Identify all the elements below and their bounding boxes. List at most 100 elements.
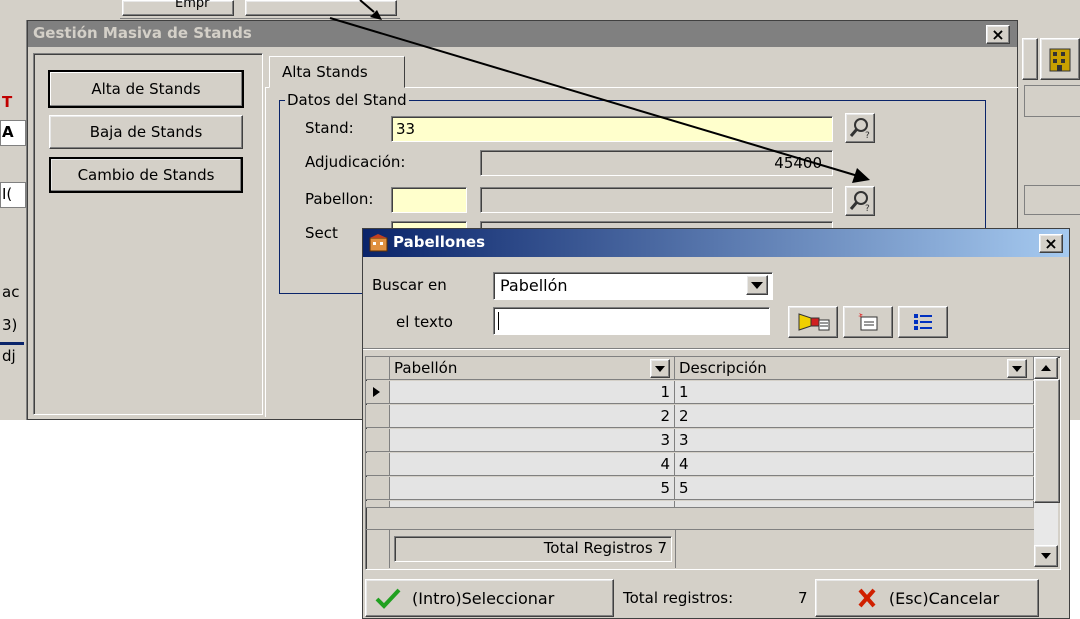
list-icon xyxy=(914,314,932,330)
magnifier-icon: ? xyxy=(849,191,870,213)
background-char-6: dj xyxy=(2,347,16,365)
main-window-title: Gestión Masiva de Stands xyxy=(33,24,252,42)
background-char-1: T xyxy=(2,93,13,111)
cancelar-label: (Esc)Cancelar xyxy=(888,588,1000,608)
background-char-5: 3) xyxy=(2,316,18,334)
pabellon-search-button[interactable]: ? xyxy=(845,186,875,216)
columns-button[interactable] xyxy=(898,306,948,338)
chevron-down-icon xyxy=(1041,553,1051,559)
building-icon-button[interactable] xyxy=(1040,38,1080,80)
magnifier-icon: ? xyxy=(849,118,870,140)
pabellones-app-icon xyxy=(369,234,388,252)
chevron-down-icon xyxy=(1012,365,1022,372)
main-window-close-button[interactable]: × xyxy=(986,25,1010,44)
stand-label: Stand: xyxy=(305,119,354,137)
cambio-de-stands-button[interactable]: Cambio de Stands xyxy=(49,157,243,193)
seleccionar-button[interactable]: (Intro)Seleccionar xyxy=(365,579,614,617)
cell-descripcion[interactable]: 3 xyxy=(675,429,1034,452)
grid-header-pabellon-label: Pabellón xyxy=(394,359,458,377)
pabellones-title: Pabellones xyxy=(393,233,485,251)
cell-descripcion[interactable]: 5 xyxy=(675,477,1034,500)
el-texto-input[interactable] xyxy=(493,307,770,335)
stand-search-button[interactable]: ? xyxy=(845,113,875,143)
scroll-down-button[interactable] xyxy=(1034,545,1058,567)
cell-pabellon xyxy=(390,501,675,508)
buscar-en-value: Pabellón xyxy=(500,276,568,295)
cell-pabellon[interactable]: 1 xyxy=(390,381,675,404)
grid-header-descripcion-dropdown[interactable] xyxy=(1007,359,1027,378)
table-row[interactable]: 3 3 xyxy=(366,429,1034,453)
grid-header-pabellon[interactable]: Pabellón xyxy=(390,357,675,380)
buscar-en-label: Buscar en xyxy=(372,276,447,294)
pabellones-titlebar: Pabellones × xyxy=(363,229,1069,257)
adjudicacion-field: 45400 xyxy=(480,150,833,176)
cell-pabellon[interactable]: 3 xyxy=(390,429,675,452)
el-texto-label: el texto xyxy=(396,313,453,331)
scroll-up-button[interactable] xyxy=(1034,357,1058,379)
buscar-en-dropdown-button[interactable] xyxy=(746,275,768,295)
filter-button[interactable] xyxy=(788,306,838,338)
grid-footer: Total Registros 7 xyxy=(366,529,1034,568)
table-row[interactable]: 1 1 xyxy=(366,381,1034,405)
close-icon: × xyxy=(991,24,1005,44)
tab-alta-stands-label: Alta Stands xyxy=(282,63,368,81)
table-row[interactable]: 4 4 xyxy=(366,453,1034,477)
search-separator xyxy=(363,348,1069,350)
row-indicator xyxy=(366,477,390,500)
scroll-thumb[interactable] xyxy=(1034,379,1060,503)
sector-label: Sect xyxy=(305,224,338,242)
new-record-icon xyxy=(858,313,878,331)
background-combo-label: Empr xyxy=(175,0,210,11)
cell-descripcion[interactable]: 4 xyxy=(675,453,1034,476)
grid-footer-indicator xyxy=(366,530,390,568)
cell-descripcion[interactable]: 1 xyxy=(675,381,1034,404)
chevron-down-icon xyxy=(655,365,665,372)
row-indicator xyxy=(366,453,390,476)
grid-header-descripcion[interactable]: Descripción xyxy=(675,357,1034,380)
grid-footer-separator xyxy=(675,530,676,568)
row-indicator xyxy=(366,405,390,428)
flashlight-icon xyxy=(798,313,830,331)
cell-pabellon[interactable]: 4 xyxy=(390,453,675,476)
chevron-down-icon xyxy=(751,281,763,289)
current-row-arrow-icon xyxy=(373,387,380,397)
cell-pabellon[interactable]: 5 xyxy=(390,477,675,500)
grid-header-pabellon-dropdown[interactable] xyxy=(650,359,670,378)
seleccionar-label: (Intro)Seleccionar xyxy=(412,588,555,608)
cell-pabellon[interactable]: 2 xyxy=(390,405,675,428)
pabellon-description-field xyxy=(480,187,833,213)
background-combo-2[interactable] xyxy=(245,0,397,16)
pabellon-label: Pabellon: xyxy=(305,190,374,208)
row-indicator xyxy=(366,501,390,508)
background-right-button[interactable] xyxy=(1022,38,1038,80)
grid-scrollbar[interactable] xyxy=(1034,357,1060,567)
background-char-3: I( xyxy=(2,185,13,203)
cell-descripcion xyxy=(675,501,1034,508)
clear-filter-button[interactable] xyxy=(843,306,893,338)
cell-descripcion[interactable]: 2 xyxy=(675,405,1034,428)
group-label: Datos del Stand xyxy=(285,91,409,109)
alta-de-stands-button[interactable]: Alta de Stands xyxy=(48,70,244,108)
text-cursor xyxy=(498,312,499,330)
table-row[interactable]: 2 2 xyxy=(366,405,1034,429)
svg-text:?: ? xyxy=(865,204,870,213)
pabellones-close-button[interactable]: × xyxy=(1039,234,1063,253)
row-indicator xyxy=(366,381,390,404)
pabellon-input[interactable] xyxy=(391,187,467,213)
grid-header-descripcion-label: Descripción xyxy=(679,359,767,377)
cancelar-button[interactable]: (Esc)Cancelar xyxy=(815,579,1039,617)
close-icon: × xyxy=(1044,233,1058,253)
cross-icon xyxy=(858,588,876,608)
stand-input[interactable]: 33 xyxy=(391,116,833,142)
svg-text:?: ? xyxy=(865,131,870,140)
row-indicator xyxy=(366,429,390,452)
total-registros-label: Total registros: xyxy=(623,589,734,607)
checkmark-icon xyxy=(375,588,401,609)
buscar-en-select[interactable]: Pabellón xyxy=(493,272,773,300)
table-row[interactable]: 5 5 xyxy=(366,477,1034,501)
chevron-up-icon xyxy=(1041,365,1051,371)
pabellones-grid: Pabellón Descripción 1 1 2 2 3 3 4 4 5 5 xyxy=(365,356,1061,570)
baja-de-stands-button[interactable]: Baja de Stands xyxy=(49,115,243,149)
grid-header: Pabellón Descripción xyxy=(366,357,1034,381)
tab-alta-stands[interactable]: Alta Stands xyxy=(269,56,405,88)
